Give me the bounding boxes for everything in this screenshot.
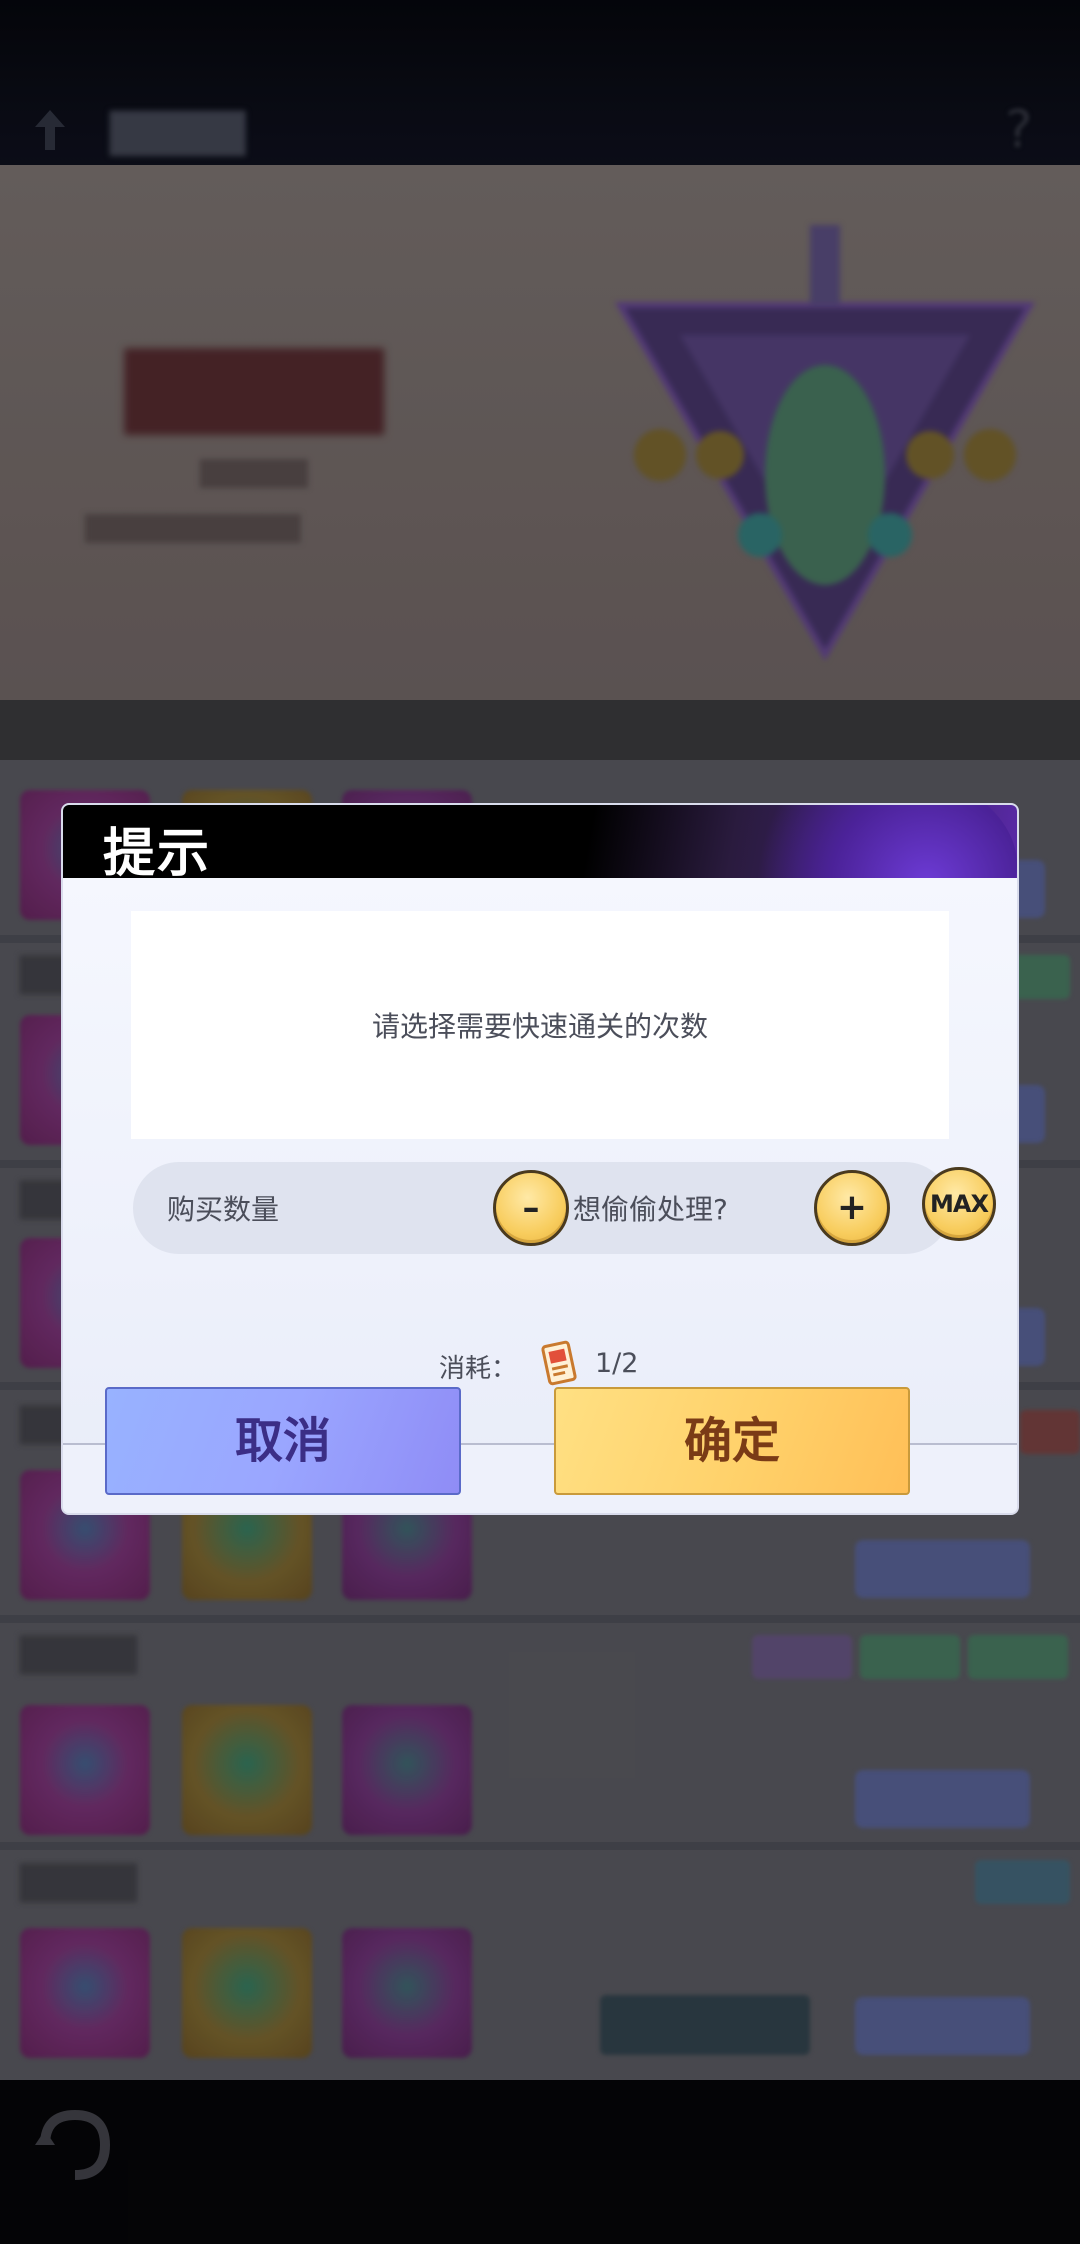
confirm-label: 确定	[683, 1413, 780, 1469]
decrease-button[interactable]: –	[493, 1170, 569, 1246]
plus-icon: +	[836, 1187, 868, 1228]
max-button[interactable]: MAX	[922, 1167, 996, 1241]
cancel-button[interactable]: 取消	[105, 1387, 461, 1495]
cancel-label: 取消	[234, 1413, 331, 1469]
header-decoration	[717, 805, 1017, 878]
quantity-label: 购买数量	[167, 1193, 280, 1226]
confirm-button[interactable]: 确定	[554, 1387, 910, 1495]
dialog-header: 提示	[63, 805, 1017, 878]
cost-value: 1/2	[595, 1348, 639, 1379]
ticket-card-icon	[541, 1340, 577, 1386]
quantity-value: 想偷偷处理?	[573, 1193, 728, 1226]
message-box: 请选择需要快速通关的次数	[131, 911, 949, 1139]
increase-button[interactable]: +	[814, 1170, 890, 1246]
max-label: MAX	[930, 1190, 989, 1218]
cost-row: 消耗： 1/2	[63, 1340, 1017, 1390]
quantity-stepper: 购买数量 – 想偷偷处理? + MAX	[133, 1162, 996, 1254]
dialog-title: 提示	[103, 823, 212, 878]
minus-icon: –	[522, 1188, 540, 1228]
cost-label: 消耗：	[439, 1354, 518, 1384]
dialog-message: 请选择需要快速通关的次数	[371, 1010, 708, 1043]
